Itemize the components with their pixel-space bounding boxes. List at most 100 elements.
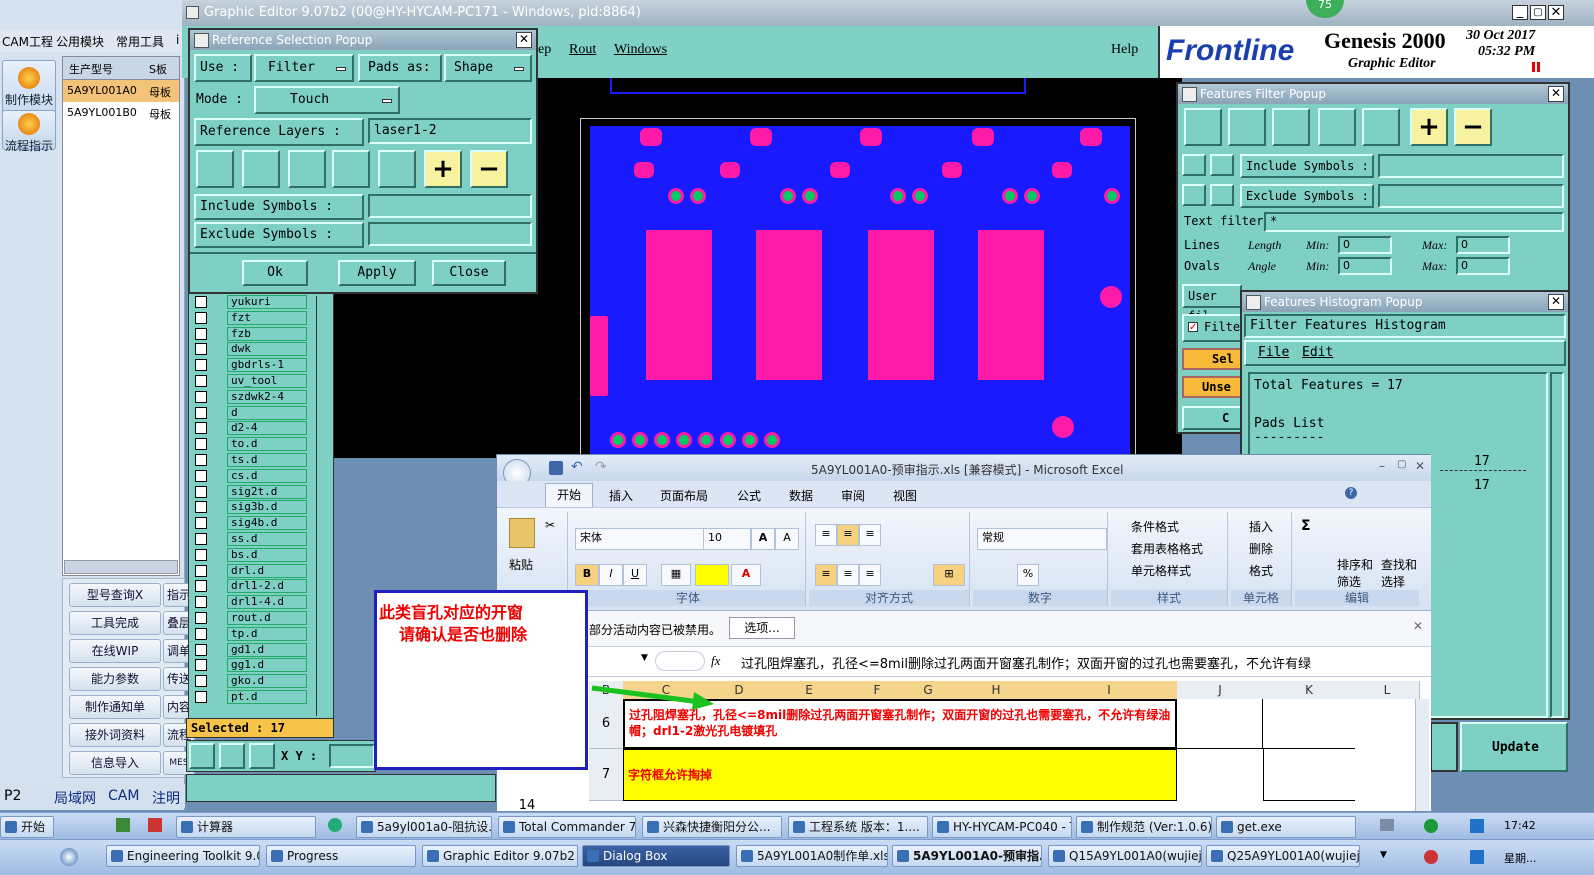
font-size-select[interactable]: 10	[703, 528, 751, 550]
format-cells-button[interactable]: 格式	[1249, 562, 1273, 579]
negative-icon[interactable]: −	[1454, 108, 1492, 146]
grow-font-icon[interactable]: A	[751, 528, 775, 550]
fx-icon[interactable]: fx	[711, 653, 720, 669]
name-box-end[interactable]	[655, 651, 705, 671]
align-bottom-icon[interactable]: ≡	[859, 524, 881, 546]
layer-name[interactable]: to.d	[227, 437, 307, 452]
close-icon[interactable]: ✕	[1548, 294, 1564, 310]
angle-max-input[interactable]: 0	[1456, 257, 1510, 275]
tab-page-layout[interactable]: 页面布局	[660, 487, 708, 504]
taskbar-item[interactable]: 兴森快捷衡阳分公...	[642, 816, 782, 838]
pick-icon[interactable]	[1182, 184, 1206, 206]
taskbar-item[interactable]: Total Commander 7.0...	[498, 816, 636, 838]
table-row[interactable]: 5A9YL001B0 母板	[63, 102, 179, 124]
layer-name[interactable]: bs.d	[227, 547, 307, 562]
options-button[interactable]: 选项...	[729, 617, 795, 639]
number-format-select[interactable]: 常规	[977, 528, 1107, 550]
layer-name[interactable]: uv_tool	[227, 374, 307, 388]
layer-row[interactable]: drl1-2.d	[193, 579, 307, 594]
xy-input[interactable]	[329, 744, 375, 768]
layer-name[interactable]: fzb	[227, 326, 307, 341]
layer-name[interactable]: d	[227, 405, 307, 420]
layer-row[interactable]: pt.d	[193, 690, 307, 704]
status-p2[interactable]: P2	[4, 788, 21, 804]
taskbar-item[interactable]: 5A9YL001A0制作单.xls ...	[736, 845, 888, 867]
menu-common-tools[interactable]: 常用工具	[116, 33, 164, 50]
taskbar-item[interactable]: 计算器	[176, 816, 316, 838]
layer-row[interactable]: fzt	[193, 310, 307, 325]
pad-tool-icon[interactable]	[1228, 108, 1266, 146]
menu-cam-project[interactable]: CAM工程	[2, 33, 53, 50]
layer-name[interactable]: gbdrls-1	[227, 358, 307, 373]
close-icon[interactable]: ✕	[1413, 619, 1423, 633]
keyboard-icon[interactable]	[1380, 819, 1394, 831]
use-dropdown[interactable]: Filter	[254, 54, 354, 82]
menu-rout[interactable]: Rout	[569, 42, 596, 58]
layer-row[interactable]: cs.d	[193, 468, 307, 483]
close-icon[interactable]: ✕	[516, 32, 532, 48]
table-hscrollbar[interactable]	[64, 560, 178, 574]
clear-icon[interactable]	[1210, 184, 1234, 206]
angle-min-input[interactable]: 0	[1338, 257, 1392, 275]
capability-params-button[interactable]: 能力参数	[69, 667, 161, 691]
layer-name[interactable]: gko.d	[227, 674, 307, 689]
text-filter-input[interactable]: *	[1264, 212, 1564, 232]
tab-review[interactable]: 审阅	[841, 487, 865, 504]
percent-icon[interactable]: %	[1017, 564, 1039, 586]
format-as-table-button[interactable]: 套用表格格式	[1131, 540, 1203, 557]
network-icon[interactable]	[1470, 819, 1484, 833]
pause-icon[interactable]	[1532, 62, 1540, 72]
taskbar-item[interactable]: 5A9YL001A0-预审指...	[892, 845, 1042, 867]
line-tool-icon[interactable]	[196, 150, 234, 188]
layer-name[interactable]: dwk	[227, 342, 307, 357]
layer-checkbox[interactable]	[195, 533, 207, 545]
layer-row[interactable]: sig2t.d	[193, 484, 307, 499]
menu-file[interactable]: File	[1258, 345, 1289, 360]
command-bar[interactable]	[186, 774, 496, 802]
layer-row[interactable]: tp.d	[193, 626, 307, 641]
status-note[interactable]: 注明	[152, 788, 180, 808]
layer-checkbox[interactable]	[195, 438, 207, 451]
menu-help[interactable]: Help	[1111, 42, 1138, 58]
sort-filter-button[interactable]: 排序和筛选	[1337, 556, 1377, 590]
status-cam[interactable]: CAM	[108, 788, 139, 804]
negative-icon[interactable]: −	[470, 150, 508, 188]
tool-complete-button[interactable]: 工具完成	[69, 611, 161, 635]
clock[interactable]: 17:42	[1504, 819, 1536, 832]
layer-row[interactable]: dwk	[193, 342, 307, 357]
surface-tool-icon[interactable]	[1272, 108, 1310, 146]
row-header[interactable]: 7	[589, 749, 623, 801]
taskbar-item[interactable]: Q25A9YL001A0(wujieju...	[1206, 845, 1360, 867]
help-icon[interactable]: ?	[1345, 487, 1357, 499]
minimize-icon[interactable]: _	[1512, 5, 1528, 20]
status-lan[interactable]: 局域网	[54, 788, 96, 808]
close-icon[interactable]: ✕	[1415, 459, 1425, 473]
lines-checkbox[interactable]: Lines	[1184, 238, 1220, 252]
user-filter-button[interactable]: User fil	[1182, 284, 1242, 323]
layer-checkbox[interactable]	[195, 596, 207, 609]
surface-tool-icon[interactable]	[288, 150, 326, 188]
layer-row[interactable]: d2-4	[193, 421, 307, 436]
filter-checkbox[interactable]: ✓ Filter	[1182, 314, 1247, 342]
include-symbols-input[interactable]	[1378, 154, 1564, 178]
layer-row[interactable]: to.d	[193, 437, 307, 452]
layer-checkbox[interactable]	[195, 580, 207, 593]
undo-icon[interactable]: ↶	[571, 459, 583, 475]
layer-row[interactable]: rout.d	[193, 611, 307, 625]
make-notice-button[interactable]: 制作通知单	[69, 695, 161, 719]
align-center-icon[interactable]: ≡	[837, 564, 859, 586]
layer-checkbox[interactable]	[195, 343, 207, 356]
layer-checkbox[interactable]	[195, 675, 207, 688]
layer-row[interactable]: gko.d	[193, 674, 307, 689]
layer-row[interactable]: drl1-4.d	[193, 595, 307, 610]
layer-row[interactable]: fzb	[193, 326, 307, 341]
reference-layers-input[interactable]: laser1-2	[368, 118, 532, 144]
exclude-symbols-input[interactable]	[368, 222, 532, 246]
cell-styles-button[interactable]: 单元格样式	[1131, 562, 1191, 579]
font-name-select[interactable]: 宋体	[575, 528, 705, 550]
taskbar-item[interactable]: get.exe	[1216, 816, 1356, 838]
layer-checkbox[interactable]	[195, 691, 207, 703]
taskbar-item[interactable]: Engineering Toolkit 9.07...	[106, 845, 260, 867]
layer-name[interactable]: gd1.d	[227, 642, 307, 657]
exclude-symbols-input[interactable]	[1378, 184, 1564, 208]
